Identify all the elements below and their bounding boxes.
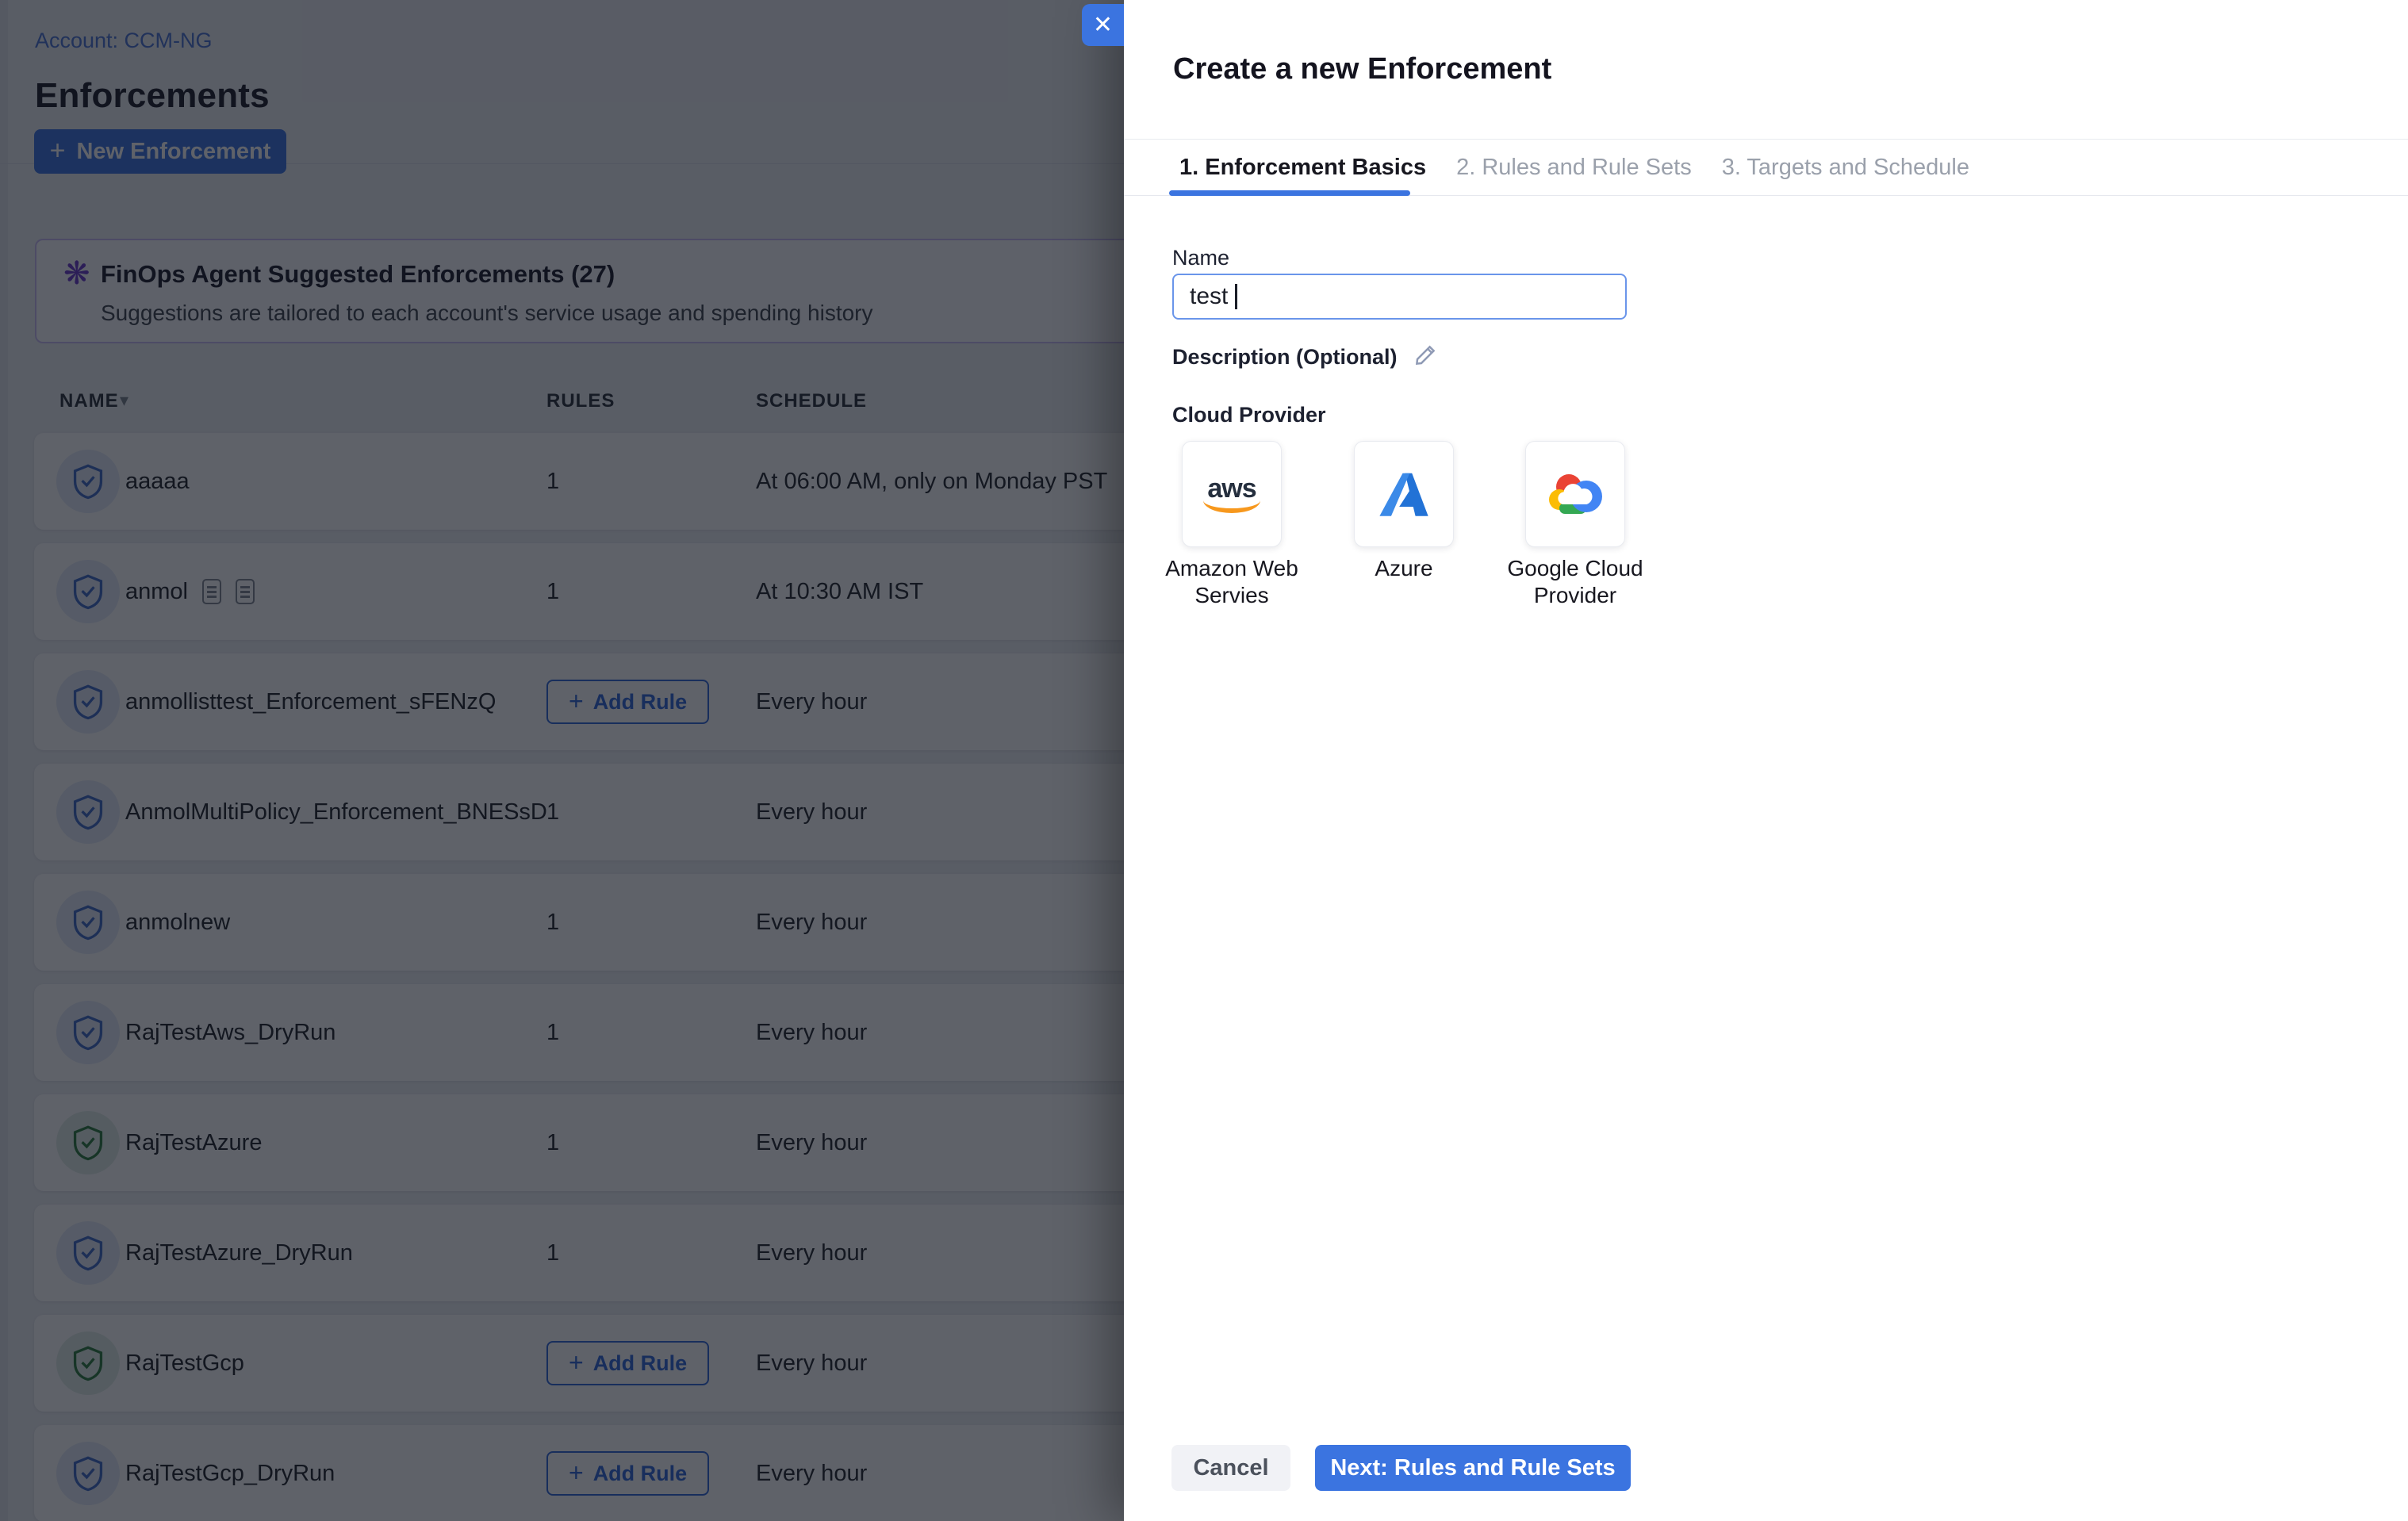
close-icon: ✕ [1093, 13, 1113, 37]
aws-swoosh-icon [1203, 500, 1260, 513]
description-label: Description (Optional) [1172, 345, 1398, 370]
active-tab-underline [1169, 190, 1410, 196]
gcp-logo-icon [1545, 469, 1605, 519]
tab-enforcement-basics[interactable]: 1. Enforcement Basics [1179, 155, 1426, 181]
tab-rules-and-rule-sets[interactable]: 2. Rules and Rule Sets [1456, 155, 1692, 181]
create-enforcement-modal: ✕ Create a new Enforcement 1. Enforcemen… [1124, 0, 2408, 1521]
modal-footer: Cancel Next: Rules and Rule Sets [1124, 1445, 2408, 1491]
modal-title: Create a new Enforcement [1173, 52, 1551, 86]
next-button[interactable]: Next: Rules and Rule Sets [1315, 1445, 1631, 1491]
name-label: Name [1172, 246, 1229, 270]
provider-label-aws: Amazon Web Servies [1156, 555, 1307, 609]
tab-targets-and-schedule[interactable]: 3. Targets and Schedule [1722, 155, 1969, 181]
name-input[interactable] [1172, 274, 1627, 320]
text-caret [1235, 284, 1237, 309]
edit-pencil-icon[interactable] [1413, 343, 1437, 371]
provider-card-azure[interactable] [1354, 441, 1454, 547]
cloud-provider-label: Cloud Provider [1172, 403, 1326, 427]
azure-logo-icon [1376, 466, 1432, 522]
wizard-tabs: 1. Enforcement Basics 2. Rules and Rule … [1124, 140, 2408, 196]
aws-logo-text: aws [1207, 475, 1256, 502]
provider-label-gcp: Google Cloud Provider [1500, 555, 1651, 609]
cancel-button[interactable]: Cancel [1171, 1445, 1290, 1491]
provider-card-aws[interactable]: aws [1182, 441, 1282, 547]
provider-card-gcp[interactable] [1525, 441, 1625, 547]
close-button[interactable]: ✕ [1082, 4, 1124, 46]
provider-label-azure: Azure [1329, 555, 1479, 582]
screen: Account: CCM-NG Enforcements + New Enfor… [0, 0, 2408, 1521]
aws-logo-icon: aws [1203, 475, 1260, 513]
